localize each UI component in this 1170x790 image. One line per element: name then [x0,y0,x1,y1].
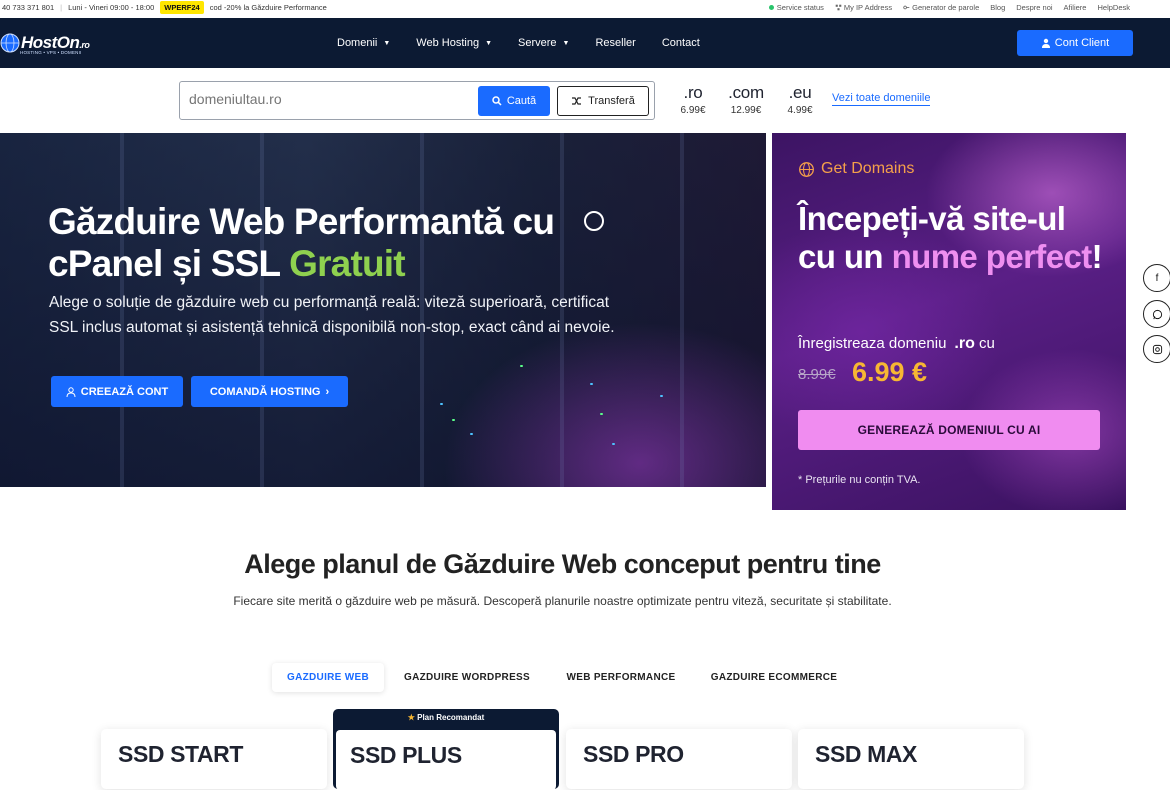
plan-name: SSD START [118,741,244,767]
tab-gazduire-web[interactable]: GAZDUIRE WEB [272,663,384,692]
tld-price: 6.99€ [680,105,706,116]
transfer-button-label: Transferă [588,95,635,107]
promo-code-badge[interactable]: WPERF24 [160,0,204,14]
about-link[interactable]: Despre noi [1016,3,1052,12]
facebook-icon[interactable]: f [1143,264,1170,292]
led-decoration [452,419,455,421]
tld-price: 12.99€ [730,105,762,116]
plans-title: Alege planul de Găzduire Web conceput pe… [244,549,881,579]
led-decoration [470,433,473,435]
chevron-down-icon: ▼ [383,39,391,47]
order-hosting-button[interactable]: COMANDĂ HOSTING › [191,376,348,407]
nav-item-servere[interactable]: Servere ▼ [518,37,569,49]
plan-card-ssd-start[interactable]: SSD START [101,729,327,789]
led-decoration [590,383,593,385]
my-ip-link[interactable]: My IP Address [835,3,892,12]
tld-name: .com [728,83,764,102]
tld-eu[interactable]: .eu 4.99€ [783,83,817,116]
promo-subtitle: Înregistreaza domeniu .ro cu [798,335,995,352]
tld-name: .ro [683,83,703,102]
plan-card-ssd-pro[interactable]: SSD PRO [566,729,792,789]
service-status-link[interactable]: Service status [768,3,824,12]
domain-promo-panel: Get Domains Începeți-vă site-ul cu un nu… [772,133,1126,510]
tld-com[interactable]: .com 12.99€ [723,83,769,116]
generate-domain-button[interactable]: GENEREAZĂ DOMENIUL CU AI [798,410,1100,450]
transfer-button[interactable]: Transferă [557,86,649,116]
old-price: 8.99€ [798,366,836,383]
working-hours: Luni - Vineri 09:00 - 18:00 [68,2,155,12]
tab-web-performance[interactable]: WEB PERFORMANCE [556,663,686,692]
affiliate-link[interactable]: Afiliere [1064,3,1087,12]
promo-brand-label: Get Domains [821,160,915,177]
top-info-bar: 40 733 371 801 | Luni - Vineri 09:00 - 1… [0,0,1170,18]
led-decoration [600,413,603,415]
plan-name: SSD MAX [815,741,917,767]
promo-brand: Get Domains [798,160,914,178]
site-logo[interactable]: HostOn.ro HOSTING • VPS • DOMENII [0,28,90,58]
create-account-label: CREEAZĂ CONT [80,385,169,398]
logo-tagline: HOSTING • VPS • DOMENII [20,50,82,55]
led-decoration [612,443,615,445]
key-icon [903,5,910,10]
tab-gazduire-ecommerce[interactable]: GAZDUIRE ECOMMERCE [700,663,848,692]
phone-number[interactable]: 40 733 371 801 [2,3,54,12]
client-button-label: Cont Client [1054,37,1110,49]
chevron-down-icon: ▼ [485,39,493,47]
new-price: 6.99 € [852,357,928,387]
globe-logo-icon [0,33,20,53]
order-hosting-label: COMANDĂ HOSTING [209,385,321,398]
domain-search-input[interactable] [189,91,469,107]
shuffle-icon [572,97,582,105]
nav-item-contact[interactable]: Contact [662,37,700,49]
all-domains-link[interactable]: Vezi toate domeniile [832,92,931,106]
whatsapp-icon[interactable] [1143,300,1170,328]
hero-banner: Găzduire Web Performantă cu cPanel și SS… [0,133,766,487]
search-button[interactable]: Caută [478,86,550,116]
recommended-badge: ★ Plan Recomandat [407,713,485,722]
star-icon: ★ [407,713,415,722]
chevron-right-icon: › [325,385,330,398]
plan-name: SSD PRO [583,741,684,767]
chevron-down-icon: ▼ [562,39,570,47]
user-icon [1041,38,1050,48]
server-rack-decoration [680,133,684,487]
led-decoration [440,403,443,405]
promo-text: cod -20% la Găzduire Performance [209,2,327,12]
nav-item-domenii[interactable]: Domenii ▼ [337,37,390,49]
vat-note: * Prețurile nu conțin TVA. [798,474,921,486]
network-icon [835,4,842,11]
nav-item-web-hosting[interactable]: Web Hosting ▼ [416,37,492,49]
plans-subtitle: Fiecare site merită o găzduire web pe mă… [233,594,892,608]
hero-description: Alege o soluție de găzduire web cu perfo… [49,294,615,336]
main-navbar: HostOn.ro HOSTING • VPS • DOMENII Domeni… [0,18,1170,68]
tld-name: .eu [788,83,812,102]
search-icon [492,96,502,106]
plan-name: SSD PLUS [350,742,462,768]
domain-search-form: Caută Transferă [179,81,655,120]
plan-card-ssd-plus[interactable]: ★ Plan Recomandat SSD PLUS [333,709,559,790]
status-dot-icon [768,5,774,11]
client-account-button[interactable]: Cont Client [1017,30,1133,56]
instagram-icon[interactable] [1143,335,1170,363]
tab-gazduire-wordpress[interactable]: GAZDUIRE WORDPRESS [394,663,540,692]
search-button-label: Caută [506,95,537,107]
helpdesk-link[interactable]: HelpDesk [1097,3,1130,12]
led-decoration [520,365,523,367]
create-account-button[interactable]: CREEAZĂ CONT [51,376,183,407]
plan-card-body: SSD PLUS [336,730,556,790]
globe-icon [799,161,814,177]
password-generator-link[interactable]: Generator de parole [903,3,979,12]
tld-ro[interactable]: .ro 6.99€ [676,83,710,116]
led-decoration [660,395,663,397]
divider: | [60,2,63,12]
nav-menu: Domenii ▼ Web Hosting ▼ Servere ▼ Reseller … [337,18,726,68]
tld-price: 4.99€ [787,105,813,116]
promo-title: Începeți-vă site-ul cu un nume perfect! [798,200,1103,275]
blog-link[interactable]: Blog [990,3,1005,12]
nav-item-reseller[interactable]: Reseller [595,37,635,49]
chat-icon[interactable] [584,211,604,231]
plan-card-ssd-max[interactable]: SSD MAX [798,729,1024,789]
hero-title: Găzduire Web Performantă cu cPanel și SS… [48,201,555,284]
user-icon [66,386,76,397]
